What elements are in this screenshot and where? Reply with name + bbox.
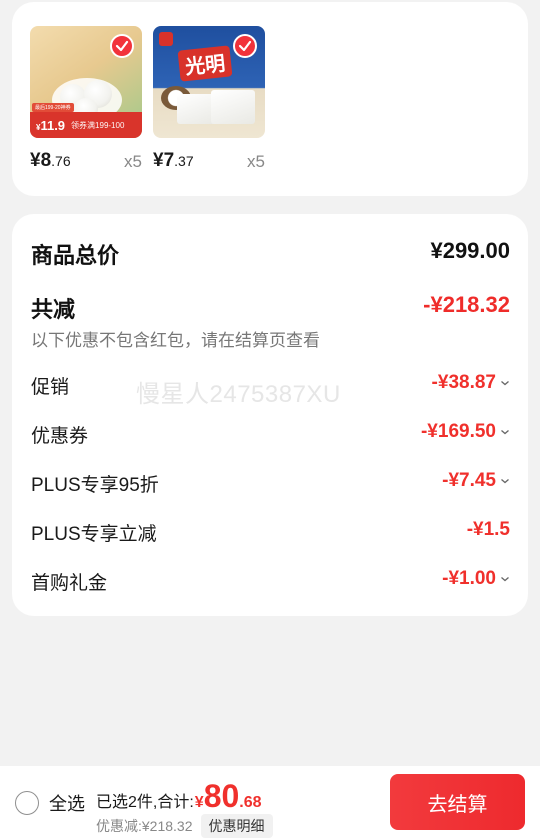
selected-check-icon[interactable] (110, 34, 134, 58)
discount-row-plus-reduce: PLUS专享立减 -¥1.5 (31, 519, 510, 545)
discount-value: -¥1.00 (442, 568, 510, 590)
promo-tag: 最后199-20神券 (32, 103, 74, 112)
product-item-2[interactable]: 光明 ¥7.37 x5 (153, 26, 265, 176)
selected-check-icon[interactable] (233, 34, 257, 58)
product-item-1[interactable]: 最后199-20神券 ¥11.9 领券满199-100 ¥8.76 x5 (30, 26, 142, 176)
product-image-2[interactable]: 光明 (153, 26, 265, 138)
chevron-down-icon (500, 378, 510, 388)
product-image-1[interactable]: 最后199-20神券 ¥11.9 领券满199-100 (30, 26, 142, 138)
checkout-button[interactable]: 去结算 (390, 774, 525, 830)
discount-label: 优惠券 (31, 426, 89, 447)
total-reduce-label: 共减 (31, 297, 76, 322)
product-price: ¥8.76 (30, 150, 71, 171)
discount-value: -¥38.87 (432, 372, 510, 394)
chevron-down-icon (500, 574, 510, 584)
radio-unchecked-icon[interactable] (15, 791, 39, 815)
brand-logo-icon (159, 32, 173, 46)
payment-amount: 80 (203, 778, 240, 814)
total-price-row: 商品总价 ¥299.00 (31, 238, 510, 268)
discount-row-plus-95[interactable]: PLUS专享95折 -¥7.45 (31, 470, 510, 496)
price-summary-card: 商品总价 ¥299.00 共减 -¥218.32 以下优惠不包含红包，请在结算页… (12, 214, 528, 616)
product-quantity: x5 (247, 152, 265, 171)
discount-label: 促销 (31, 377, 70, 398)
discount-value: -¥7.45 (442, 470, 510, 492)
discount-label: PLUS专享95折 (31, 475, 159, 496)
selected-products-card: 最后199-20神券 ¥11.9 领券满199-100 ¥8.76 x5 光明 (12, 2, 528, 196)
discount-summary: 优惠减:¥218.32 优惠明细 (96, 814, 273, 838)
chevron-down-icon (500, 476, 510, 486)
checkout-bar: 全选 已选2件,合计: ¥ 80 .68 优惠减:¥218.32 优惠明细 去结… (0, 766, 540, 840)
discount-value: -¥169.50 (421, 421, 510, 443)
coupon-note: 领券满199-100 (71, 120, 125, 130)
total-price-label: 商品总价 (31, 243, 120, 268)
watermark-text: 慢星人2475387XU (136, 381, 341, 408)
discount-label: PLUS专享立减 (31, 524, 157, 545)
discount-row-first-purchase[interactable]: 首购礼金 -¥1.00 (31, 568, 510, 594)
total-reduce-row: 共减 -¥218.32 (31, 292, 510, 322)
select-all-toggle[interactable]: 全选 (15, 790, 85, 816)
price-badge: ¥11.9 领券满199-100 (30, 112, 142, 138)
product-price: ¥7.37 (153, 150, 194, 171)
brand-label: 光明 (177, 45, 233, 82)
total-price-value: ¥299.00 (430, 238, 510, 263)
discount-detail-button[interactable]: 优惠明细 (200, 814, 273, 838)
discount-note: 以下优惠不包含红包，请在结算页查看 (31, 331, 320, 350)
discount-label: 首购礼金 (31, 573, 108, 594)
chevron-down-icon (500, 427, 510, 437)
discount-value: -¥1.5 (466, 519, 510, 540)
select-all-label: 全选 (49, 794, 85, 814)
total-reduce-value: -¥218.32 (423, 292, 510, 317)
product-quantity: x5 (124, 152, 142, 171)
discount-row-coupon[interactable]: 优惠券 -¥169.50 (31, 421, 510, 447)
payment-total: 已选2件,合计: ¥ 80 .68 (96, 778, 262, 814)
